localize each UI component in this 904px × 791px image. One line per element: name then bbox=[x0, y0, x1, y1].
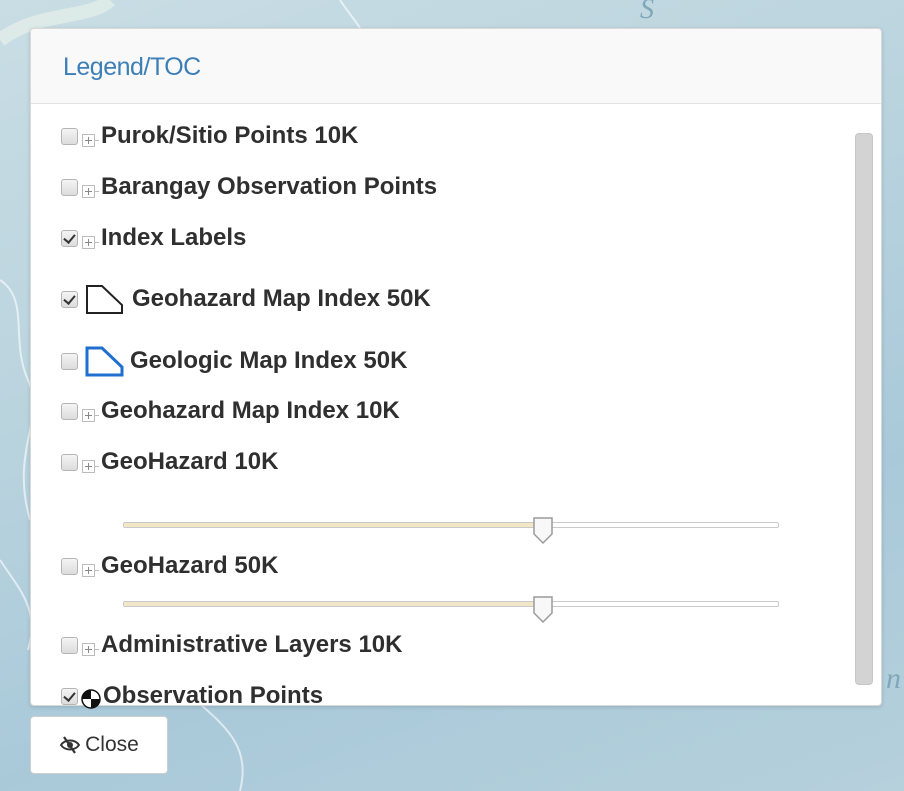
layer-item: Geologic Map Index 50K bbox=[61, 340, 407, 382]
layer-checkbox[interactable] bbox=[61, 557, 78, 575]
expand-icon[interactable] bbox=[82, 408, 95, 422]
layer-label: Observation Points bbox=[103, 682, 324, 709]
legend-toc-panel: Legend/TOC Purok/Sitio Points 10K Barang… bbox=[30, 28, 882, 709]
slider-handle[interactable] bbox=[532, 595, 554, 625]
layer-item: Purok/Sitio Points 10K bbox=[61, 120, 358, 152]
layer-checkbox[interactable] bbox=[61, 402, 78, 420]
layer-checkbox[interactable] bbox=[61, 453, 78, 471]
panel-title: Legend/TOC bbox=[63, 53, 201, 81]
layer-label: GeoHazard 10K bbox=[101, 448, 279, 475]
layer-label: Geohazard Map Index 50K bbox=[132, 285, 431, 312]
layer-label: Administrative Layers 10K bbox=[101, 631, 403, 658]
opacity-slider[interactable] bbox=[123, 596, 779, 624]
layer-checkbox[interactable] bbox=[61, 290, 78, 308]
tree-connector bbox=[95, 569, 99, 571]
tree-connector bbox=[95, 190, 99, 192]
expand-icon[interactable] bbox=[82, 184, 95, 198]
layer-label: Geologic Map Index 50K bbox=[130, 347, 408, 374]
tree-connector bbox=[95, 241, 99, 243]
scrollbar[interactable] bbox=[855, 133, 873, 685]
layer-label: GeoHazard 50K bbox=[101, 552, 279, 579]
layer-item: GeoHazard 10K bbox=[61, 446, 278, 478]
expand-icon[interactable] bbox=[82, 642, 95, 656]
layer-item: Index Labels bbox=[61, 222, 246, 254]
layer-label: Barangay Observation Points bbox=[101, 173, 438, 200]
opacity-slider[interactable] bbox=[123, 517, 779, 545]
layer-label: Geohazard Map Index 10K bbox=[101, 397, 400, 424]
expand-icon[interactable] bbox=[82, 459, 95, 473]
eye-slash-icon bbox=[59, 736, 81, 754]
polygon-symbol-icon bbox=[85, 346, 124, 377]
expand-icon[interactable] bbox=[82, 235, 95, 249]
layer-item: Geohazard Map Index 50K bbox=[61, 278, 431, 320]
layer-checkbox[interactable] bbox=[61, 636, 78, 654]
layer-checkbox[interactable] bbox=[61, 127, 78, 145]
layer-label: Purok/Sitio Points 10K bbox=[101, 122, 359, 149]
expand-icon[interactable] bbox=[82, 563, 95, 577]
layer-item: Geohazard Map Index 10K bbox=[61, 395, 400, 427]
layer-item: Observation Points bbox=[61, 680, 323, 712]
layer-label: Index Labels bbox=[101, 224, 247, 251]
tree-connector bbox=[95, 414, 99, 416]
map-label-fragment: S bbox=[640, 0, 654, 25]
slider-handle[interactable] bbox=[532, 516, 554, 546]
layer-item: Barangay Observation Points bbox=[61, 171, 437, 203]
close-button[interactable]: Close bbox=[30, 716, 168, 774]
close-button-label: Close bbox=[85, 733, 139, 756]
tree-connector bbox=[95, 648, 99, 650]
slider-fill bbox=[124, 523, 543, 527]
layer-item: GeoHazard 50K bbox=[61, 550, 278, 582]
map-label-fragment: n bbox=[886, 662, 901, 695]
panel-header: Legend/TOC bbox=[31, 29, 881, 104]
tree-connector bbox=[95, 465, 99, 467]
expand-icon[interactable] bbox=[82, 133, 95, 147]
layer-checkbox[interactable] bbox=[61, 178, 78, 196]
polygon-symbol-icon bbox=[86, 285, 123, 314]
observation-point-icon bbox=[81, 689, 101, 709]
layer-checkbox[interactable] bbox=[61, 687, 78, 705]
layer-checkbox[interactable] bbox=[61, 352, 78, 370]
layer-checkbox[interactable] bbox=[61, 229, 78, 247]
slider-fill bbox=[124, 602, 543, 606]
tree-connector bbox=[95, 139, 99, 141]
layer-item: Administrative Layers 10K bbox=[61, 629, 402, 661]
